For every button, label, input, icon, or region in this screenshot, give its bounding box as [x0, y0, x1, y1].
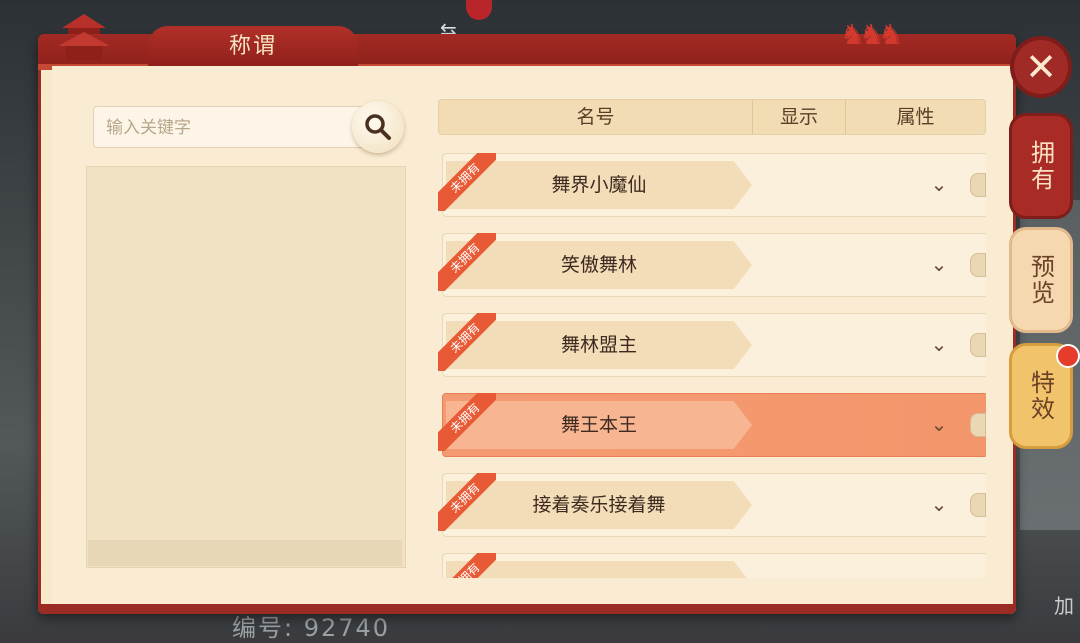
dialog-bottom-border: [38, 604, 1016, 614]
pavilion-icon: [58, 14, 110, 60]
ribbon-label: 未拥有: [438, 313, 496, 371]
not-owned-ribbon: 未拥有: [438, 233, 496, 291]
column-name-header: 名号: [439, 100, 753, 134]
table-header: 名号 显示 属性: [438, 99, 986, 135]
chevron-down-icon[interactable]: ⌄: [926, 329, 952, 359]
not-owned-ribbon: 未拥有: [438, 393, 496, 451]
title-row[interactable]: 接着奏乐接着舞 未拥有 ⌄: [438, 473, 986, 537]
row-scroll-knob: [970, 173, 986, 197]
ribbon-label: 未拥有: [438, 553, 496, 578]
title-row[interactable]: 舞林盟主 未拥有 ⌄: [438, 313, 986, 377]
ribbon-label: 未拥有: [438, 473, 496, 531]
chevron-down-icon[interactable]: ⌄: [926, 249, 952, 279]
chevron-down-icon[interactable]: ⌄: [926, 489, 952, 519]
title-row[interactable]: 笑傲舞林 未拥有 ⌄: [438, 233, 986, 297]
close-icon: ✕: [1025, 45, 1057, 89]
title-row-selected[interactable]: 舞王本王 未拥有 ⌄: [438, 393, 986, 457]
column-attr-header: 属性: [896, 106, 935, 128]
dialog-title: 称谓: [148, 26, 358, 68]
row-scroll-knob: [970, 253, 986, 277]
horses-decoration-icon: ♞♞♞: [840, 18, 903, 51]
search-button[interactable]: [352, 101, 404, 153]
search-results-list[interactable]: [86, 166, 406, 568]
row-scroll-knob: [970, 493, 986, 517]
ribbon-label: 未拥有: [438, 233, 496, 291]
title-row[interactable]: 未拥有: [438, 553, 986, 578]
close-button[interactable]: ✕: [1014, 40, 1068, 94]
tab-owned[interactable]: 拥有: [1012, 116, 1070, 216]
column-show-header: 显示: [753, 100, 846, 134]
not-owned-ribbon: 未拥有: [438, 473, 496, 531]
chevron-down-icon[interactable]: ⌄: [926, 169, 952, 199]
not-owned-ribbon: 未拥有: [438, 313, 496, 371]
title-list: 舞界小魔仙 未拥有 ⌄ 笑傲舞林 未拥有 ⌄ 舞林盟主 未拥有 ⌄ 舞王本王 未…: [438, 153, 986, 578]
search-icon: [365, 114, 391, 140]
chevron-down-icon[interactable]: ⌄: [926, 409, 952, 439]
row-scroll-knob: [970, 413, 986, 437]
tab-preview[interactable]: 预览: [1012, 230, 1070, 330]
ribbon-label: 未拥有: [438, 393, 496, 451]
not-owned-ribbon: 未拥有: [438, 153, 496, 211]
search-box: [93, 106, 365, 149]
notification-badge: [1056, 344, 1080, 368]
search-input[interactable]: [104, 107, 348, 149]
ribbon-label: 未拥有: [438, 153, 496, 211]
list-footer: [88, 540, 402, 566]
row-scroll-knob: [970, 333, 986, 357]
background-add-text: 加: [1054, 594, 1074, 618]
not-owned-ribbon: 未拥有: [438, 553, 496, 578]
title-row[interactable]: 舞界小魔仙 未拥有 ⌄: [438, 153, 986, 217]
